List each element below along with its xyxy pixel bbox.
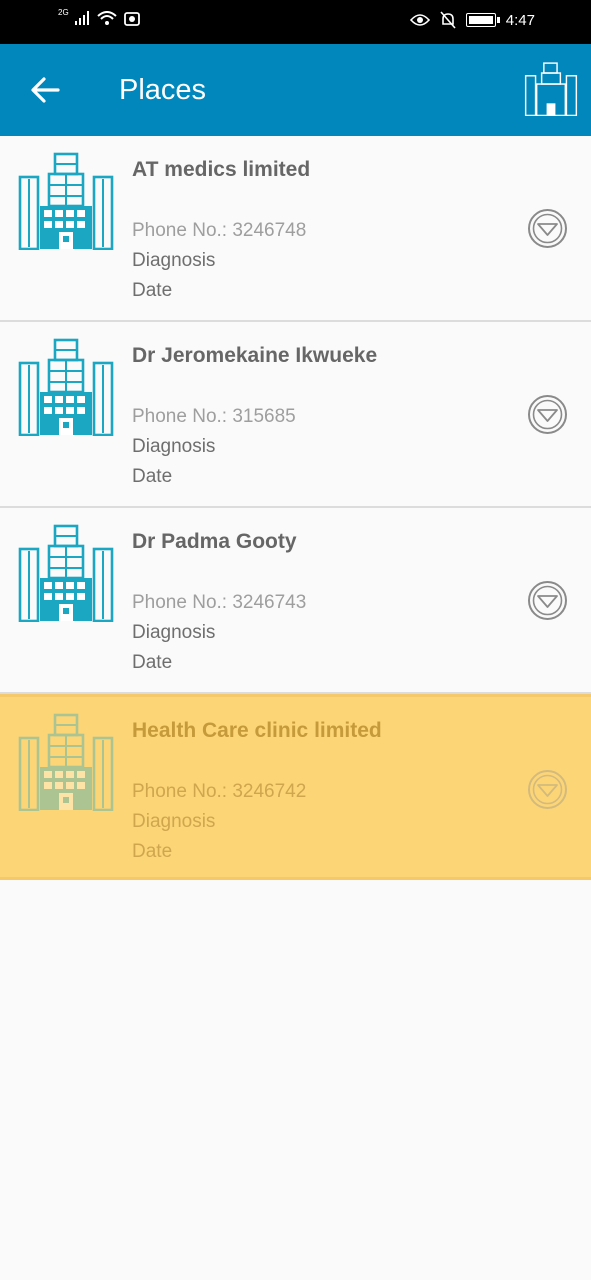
signal-icon	[74, 11, 89, 25]
place-diagnosis: Diagnosis	[132, 622, 216, 643]
place-diagnosis: Diagnosis	[132, 250, 216, 271]
place-date: Date	[132, 652, 173, 673]
building-icon	[524, 62, 578, 116]
place-name: Health Care clinic limited	[132, 719, 382, 742]
building-icon	[18, 152, 114, 250]
place-name: AT medics limited	[132, 158, 311, 181]
chevron-down-circle-icon[interactable]	[527, 208, 568, 249]
places-list: AT medics limited Phone No.: 3246748 Dia…	[0, 136, 591, 880]
back-arrow-icon[interactable]	[26, 70, 66, 110]
notification-app-icon	[123, 12, 140, 26]
place-date: Date	[132, 280, 173, 301]
place-item[interactable]: Dr Jeromekaine Ikwueke Phone No.: 315685…	[0, 322, 591, 508]
place-date: Date	[132, 841, 173, 862]
clock: 4:47	[505, 11, 535, 29]
place-phone: Phone No.: 3246743	[132, 592, 307, 613]
status-right: 4:47	[409, 11, 535, 29]
place-item[interactable]: AT medics limited Phone No.: 3246748 Dia…	[0, 136, 591, 322]
battery-icon	[465, 13, 500, 27]
place-phone: Phone No.: 3246742	[132, 781, 307, 802]
chevron-down-circle-icon[interactable]	[527, 580, 568, 621]
place-item[interactable]: Dr Padma Gooty Phone No.: 3246743 Diagno…	[0, 508, 591, 694]
network-type: 2G	[58, 7, 69, 17]
wifi-icon	[97, 10, 117, 25]
page-title: Places	[119, 74, 207, 106]
chevron-down-circle-icon[interactable]	[527, 394, 568, 435]
place-name: Dr Padma Gooty	[132, 530, 297, 553]
chevron-down-circle-icon[interactable]	[527, 769, 568, 810]
status-bar: 2G 4:47	[0, 0, 591, 44]
place-diagnosis: Diagnosis	[132, 436, 216, 457]
bell-off-icon	[440, 11, 456, 29]
app-bar: Places	[0, 44, 591, 136]
building-icon	[18, 338, 114, 436]
place-phone: Phone No.: 315685	[132, 406, 296, 427]
eye-icon	[409, 14, 430, 26]
place-phone: Phone No.: 3246748	[132, 220, 307, 241]
building-icon	[18, 713, 114, 811]
place-item-selected[interactable]: Health Care clinic limited Phone No.: 32…	[0, 694, 591, 880]
status-left: 2G	[58, 7, 141, 26]
place-name: Dr Jeromekaine Ikwueke	[132, 344, 378, 367]
building-icon	[18, 524, 114, 622]
place-date: Date	[132, 466, 173, 487]
place-diagnosis: Diagnosis	[132, 811, 216, 832]
